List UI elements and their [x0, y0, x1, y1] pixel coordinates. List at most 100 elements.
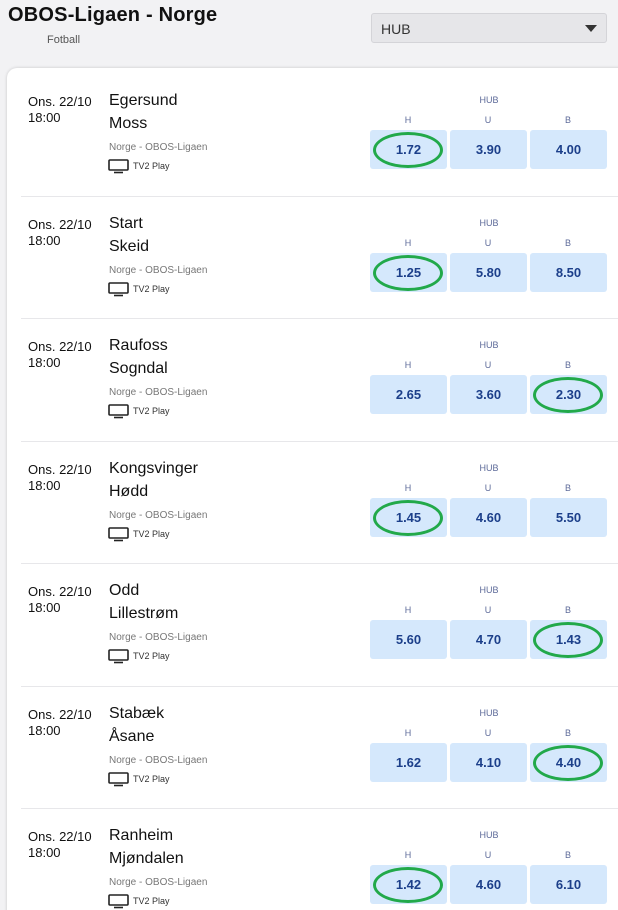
odds-button-b[interactable]: 5.50: [530, 497, 607, 537]
outcome-label-u: U: [484, 237, 492, 248]
match-row[interactable]: Ons. 22/10 18:00 Odd Lillestrøm Norge - OBOS…: [7, 563, 618, 685]
tv-label: TV2 Play: [133, 651, 170, 661]
tv-icon: [108, 159, 129, 174]
outcome-label-b: B: [564, 850, 571, 860]
match-time: 18:00: [28, 477, 61, 493]
outcome-label-h: H: [404, 850, 412, 860]
match-row[interactable]: Ons. 22/10 18:00 Stabæk Åsane Norge - OBOS-L…: [7, 685, 618, 808]
away-team[interactable]: Sogndal: [109, 360, 168, 378]
odds-button-h[interactable]: 2.65: [370, 375, 447, 414]
match-time: 18:00: [28, 110, 61, 125]
league-name: Norge - OBOS-Ligaen: [109, 754, 208, 766]
away-team[interactable]: Hødd: [109, 483, 148, 501]
odds-button-u[interactable]: 4.60: [450, 497, 527, 537]
tv-label: TV2 Play: [133, 283, 170, 294]
outcome-label-u: U: [484, 605, 492, 615]
outcome-label-u: U: [484, 360, 492, 370]
match-date: Ons. 22/10: [28, 461, 92, 477]
home-team[interactable]: Stabæk: [109, 705, 164, 723]
odds-button-b[interactable]: 6.10: [530, 865, 607, 904]
away-team[interactable]: Mjøndalen: [109, 850, 184, 868]
odds-button-b[interactable]: 4.00: [530, 130, 607, 169]
home-team[interactable]: Start: [109, 215, 143, 233]
odds-button-b[interactable]: 1.43: [530, 620, 607, 659]
league-name: Norge - OBOS-Ligaen: [109, 387, 208, 398]
row-divider: [21, 195, 618, 197]
tv-label: TV2 Play: [133, 406, 170, 416]
outcome-label-u: U: [484, 850, 492, 860]
odds-button-h[interactable]: 1.72: [370, 130, 447, 169]
home-team[interactable]: Ranheim: [109, 827, 173, 845]
odds-button-u[interactable]: 5.80: [450, 252, 527, 292]
home-team[interactable]: Odd: [109, 582, 139, 600]
outcome-label-u: U: [484, 482, 492, 493]
market-label: HUB: [479, 340, 499, 350]
match-row[interactable]: Ons. 22/10 18:00 Kongsvinger Hødd Norge - OB…: [7, 440, 618, 563]
odds-button-h[interactable]: 1.45: [370, 497, 447, 537]
league-name: Norge - OBOS-Ligaen: [109, 509, 208, 521]
match-row[interactable]: Ons. 22/10 18:00 Egersund Moss Norge - OBOS-…: [7, 73, 618, 195]
match-date: Ons. 22/10: [28, 829, 92, 844]
row-divider: [21, 563, 618, 564]
match-date: Ons. 22/10: [28, 94, 92, 109]
away-team[interactable]: Moss: [109, 115, 147, 133]
away-team[interactable]: Åsane: [109, 728, 154, 746]
page-header: OBOS-Ligaen - Norge Fotball HUB: [0, 0, 618, 70]
match-row[interactable]: Ons. 22/10 18:00 Raufoss Sogndal Norge - OBO…: [7, 318, 618, 440]
away-team[interactable]: Lillestrøm: [109, 605, 178, 623]
odds-button-u[interactable]: 4.70: [450, 620, 527, 659]
outcome-label-h: H: [404, 727, 412, 738]
odds-button-b[interactable]: 2.30: [530, 375, 607, 414]
market-label: HUB: [479, 830, 499, 840]
match-list: Ons. 22/10 18:00 Egersund Moss Norge - OBOS-…: [7, 68, 618, 910]
outcome-label-b: B: [564, 727, 571, 738]
odds-button-u[interactable]: 3.60: [450, 375, 527, 414]
tv-icon: [108, 771, 129, 787]
match-time: 18:00: [28, 722, 61, 738]
odds-button-h[interactable]: 1.42: [370, 865, 447, 904]
league-name: Norge - OBOS-Ligaen: [109, 877, 208, 888]
home-team[interactable]: Raufoss: [109, 337, 168, 355]
market-label: HUB: [479, 462, 499, 473]
outcome-label-h: H: [404, 360, 412, 370]
odds-button-u[interactable]: 4.60: [450, 865, 527, 904]
match-row[interactable]: Ons. 22/10 18:00 Ranheim Mjøndalen Norge - O…: [7, 808, 618, 910]
outcome-label-b: B: [564, 237, 571, 248]
match-time: 18:00: [28, 232, 61, 248]
page-title: OBOS-Ligaen - Norge: [8, 4, 218, 26]
tv-icon: [108, 404, 129, 419]
page-subtitle: Fotball: [47, 34, 81, 46]
market-label: HUB: [479, 217, 499, 228]
odds-button-u[interactable]: 4.10: [450, 742, 527, 782]
market-label: HUB: [479, 585, 499, 595]
outcome-label-b: B: [564, 605, 571, 615]
away-team[interactable]: Skeid: [109, 238, 149, 256]
tv-icon: [108, 526, 129, 542]
match-date: Ons. 22/10: [28, 706, 92, 722]
outcome-label-h: H: [404, 482, 412, 493]
odds-button-u[interactable]: 3.90: [450, 130, 527, 169]
outcome-label-u: U: [484, 727, 492, 738]
outcome-label-b: B: [564, 482, 571, 493]
odds-button-b[interactable]: 4.40: [530, 742, 607, 782]
match-row[interactable]: Ons. 22/10 18:00 Start Skeid Norge - OBOS-Li…: [7, 195, 618, 318]
odds-button-h[interactable]: 1.62: [370, 742, 447, 782]
home-team[interactable]: Kongsvinger: [109, 460, 198, 478]
match-time: 18:00: [28, 845, 61, 860]
market-label: HUB: [479, 95, 499, 105]
chevron-down-icon: [585, 25, 597, 32]
odds-button-b[interactable]: 8.50: [530, 252, 607, 292]
home-team[interactable]: Egersund: [109, 92, 178, 110]
odds-button-h[interactable]: 5.60: [370, 620, 447, 659]
tv-label: TV2 Play: [133, 896, 170, 906]
market-select[interactable]: HUB: [371, 13, 607, 43]
league-name: Norge - OBOS-Ligaen: [109, 142, 208, 153]
odds-button-h[interactable]: 1.25: [370, 252, 447, 292]
tv-icon: [108, 281, 129, 297]
match-time: 18:00: [28, 600, 61, 615]
market-label: HUB: [479, 707, 499, 718]
tv-label: TV2 Play: [133, 161, 170, 171]
tv-icon: [108, 649, 129, 664]
outcome-label-u: U: [484, 115, 492, 125]
outcome-label-b: B: [564, 360, 571, 370]
